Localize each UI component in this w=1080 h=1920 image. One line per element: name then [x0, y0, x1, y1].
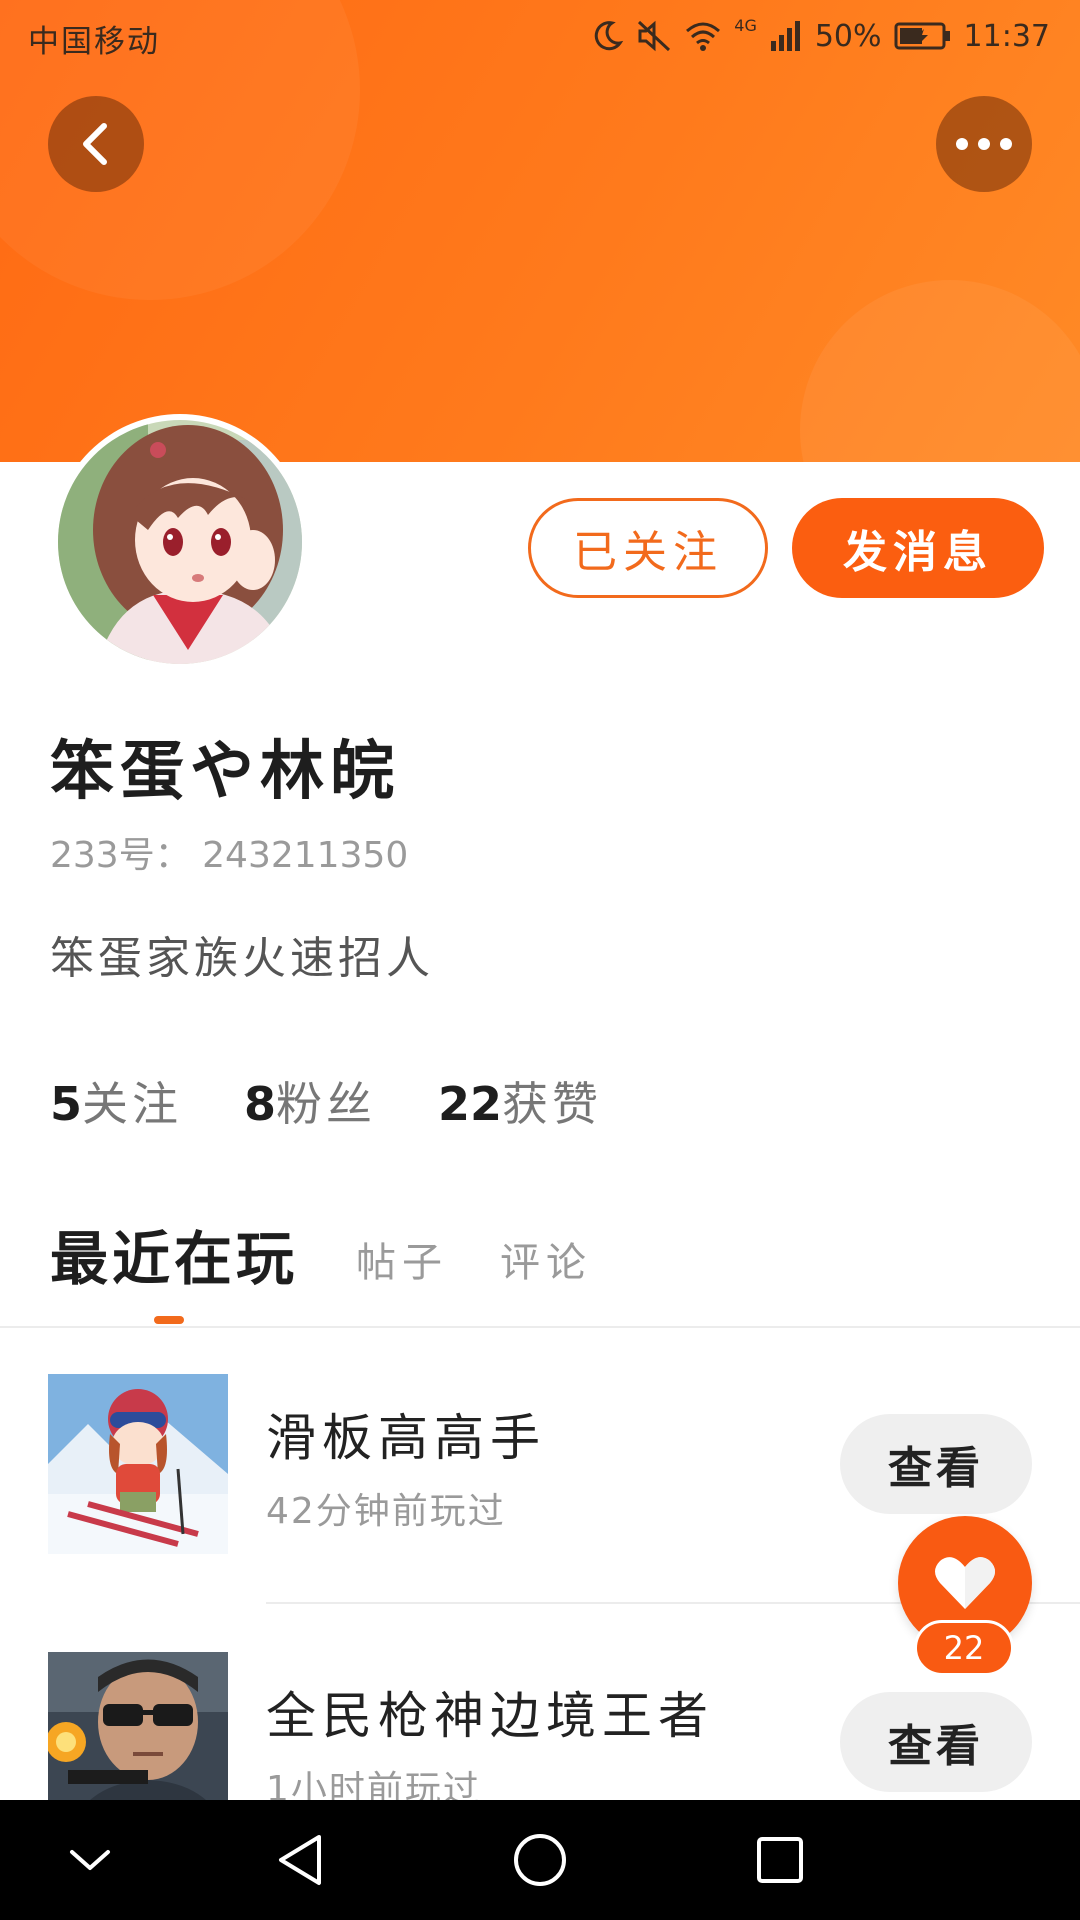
- stat-label: 获赞: [502, 1077, 603, 1131]
- carrier-label: 中国移动: [28, 24, 160, 60]
- circle-home-icon: [514, 1834, 566, 1886]
- username: 笨蛋や林皖: [50, 735, 400, 809]
- tab-recently-played[interactable]: 最近在玩: [50, 1212, 298, 1296]
- wifi-icon: [686, 22, 721, 51]
- profile-screen: 中国移动 4G 50% 11:37 已关注 发消息 笨蛋や林皖 233号： 24…: [0, 0, 1080, 1920]
- triangle-back-icon: [279, 1835, 321, 1885]
- view-game-button[interactable]: 查看: [840, 1692, 1032, 1792]
- game-title: 全民枪神边境王者: [266, 1687, 714, 1745]
- system-nav-bar: [0, 1800, 1080, 1920]
- tab-active-indicator: [154, 1316, 184, 1324]
- mute-icon: [638, 20, 671, 52]
- stat-label: 关注: [82, 1077, 183, 1131]
- stat-likes[interactable]: 22 获赞: [438, 1068, 602, 1134]
- more-options-button[interactable]: [936, 96, 1032, 192]
- battery-percent: 50%: [814, 18, 882, 54]
- user-id: 233号： 243211350: [50, 835, 409, 876]
- nav-recents-button[interactable]: [750, 1830, 810, 1890]
- tab-posts[interactable]: 帖子: [356, 1230, 448, 1288]
- stat-following[interactable]: 5 关注: [50, 1068, 182, 1134]
- divider: [0, 1326, 1080, 1328]
- followed-button[interactable]: 已关注: [528, 498, 768, 598]
- avatar[interactable]: [52, 414, 308, 670]
- last-played: 42分钟前玩过: [266, 1491, 506, 1532]
- stat-value: 8: [244, 1077, 277, 1131]
- nav-back-button[interactable]: [270, 1830, 330, 1890]
- battery-icon: [894, 22, 950, 50]
- user-bio: 笨蛋家族火速招人: [50, 933, 434, 984]
- chevron-down-icon: [70, 1850, 110, 1870]
- stat-value: 5: [50, 1077, 83, 1131]
- profile-header-banner: 中国移动 4G 50% 11:37: [0, 0, 1080, 462]
- square-recents-icon: [757, 1837, 803, 1883]
- stat-label: 粉丝: [276, 1077, 377, 1131]
- stat-followers[interactable]: 8 粉丝: [244, 1068, 376, 1134]
- network-type-label: 4G: [734, 16, 757, 35]
- signal-icon: [770, 21, 800, 51]
- nav-collapse-button[interactable]: [60, 1830, 120, 1890]
- banner-decoration: [800, 280, 1080, 462]
- moon-icon: [595, 21, 624, 51]
- nav-home-button[interactable]: [510, 1830, 570, 1890]
- back-button[interactable]: [48, 96, 144, 192]
- tab-comments[interactable]: 评论: [500, 1230, 592, 1288]
- profile-stats: 5 关注 8 粉丝 22 获赞: [50, 1068, 664, 1134]
- stat-value: 22: [438, 1077, 503, 1131]
- send-message-button[interactable]: 发消息: [792, 498, 1044, 598]
- view-game-button[interactable]: 查看: [840, 1414, 1032, 1514]
- chevron-left-icon: [83, 123, 107, 165]
- status-bar: 中国移动 4G 50% 11:37: [0, 0, 1080, 74]
- game-icon-ski: [48, 1374, 228, 1554]
- status-icons: 4G 50% 11:37: [590, 14, 1050, 58]
- clock: 11:37: [963, 18, 1050, 54]
- profile-tabs: 最近在玩 帖子 评论: [0, 1212, 1080, 1326]
- heart-icon: [935, 1557, 995, 1609]
- game-title: 滑板高高手: [266, 1409, 546, 1467]
- ellipsis-icon: [956, 138, 1012, 150]
- like-count-badge: 22: [914, 1620, 1014, 1676]
- avatar-image: [58, 420, 302, 664]
